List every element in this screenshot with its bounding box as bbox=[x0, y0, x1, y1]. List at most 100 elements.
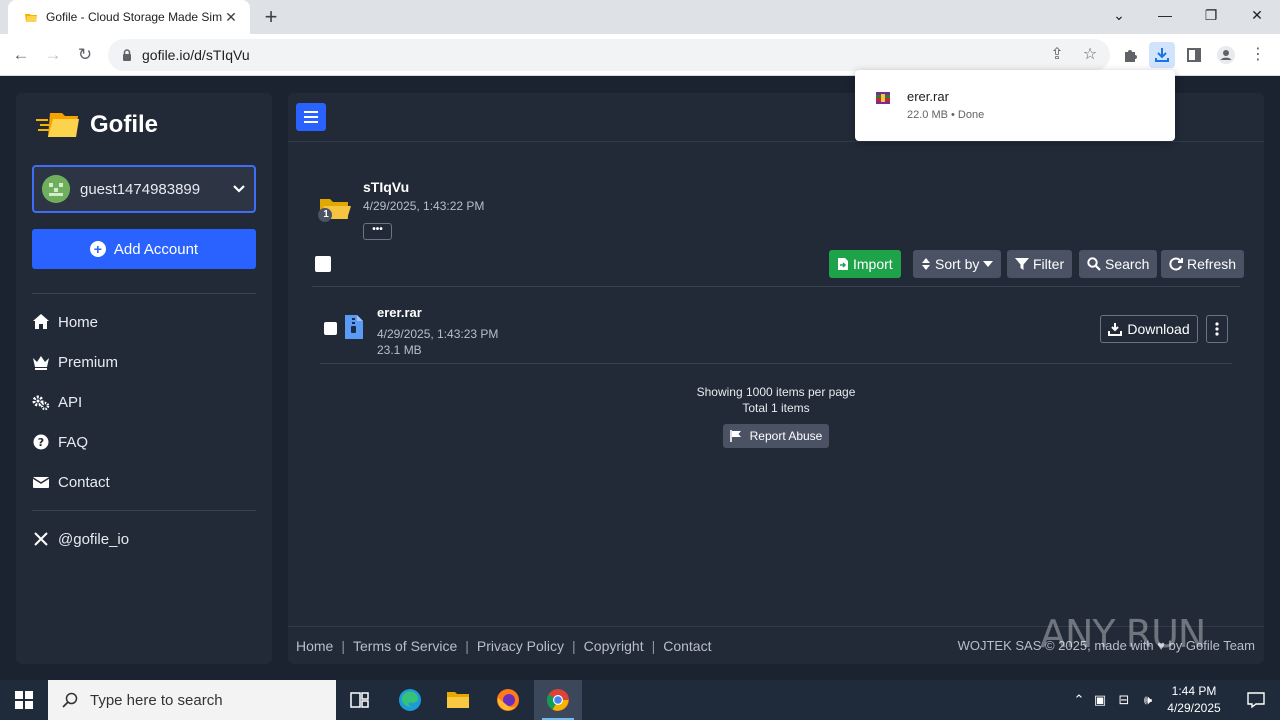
taskbar-search-placeholder: Type here to search bbox=[90, 691, 223, 709]
clock-time: 1:44 PM bbox=[1171, 684, 1217, 698]
sidebar-divider bbox=[32, 510, 256, 511]
add-account-button[interactable]: + Add Account bbox=[32, 229, 256, 269]
anyrun-watermark: ANY RUN bbox=[1040, 612, 1206, 656]
firefox-icon[interactable] bbox=[484, 680, 532, 720]
flag-icon bbox=[729, 430, 741, 442]
brand-name: Gofile bbox=[90, 111, 159, 138]
sidebar-item-premium[interactable]: Premium bbox=[32, 350, 256, 374]
forward-icon[interactable]: → bbox=[40, 42, 66, 68]
footer-link-terms[interactable]: Terms of Service bbox=[353, 638, 457, 654]
sidebar-item-contact[interactable]: Contact bbox=[32, 470, 256, 494]
footer-link-contact[interactable]: Contact bbox=[663, 638, 711, 654]
side-panel-icon[interactable] bbox=[1181, 42, 1207, 68]
system-tray: ⌃ ▣ ⊟ 🕪 bbox=[1070, 680, 1160, 720]
taskbar-search-box[interactable]: Type here to search bbox=[48, 680, 336, 720]
search-label: Search bbox=[1105, 256, 1150, 272]
tab-search-icon[interactable]: ⌄ bbox=[1096, 0, 1142, 30]
task-view-icon[interactable] bbox=[336, 680, 384, 720]
windows-start-icon[interactable] bbox=[0, 680, 48, 720]
footer-link-privacy[interactable]: Privacy Policy bbox=[477, 638, 564, 654]
refresh-button[interactable]: Refresh bbox=[1161, 250, 1245, 278]
file-checkbox[interactable] bbox=[324, 322, 337, 335]
chevron-down-icon bbox=[233, 185, 245, 193]
add-account-label: Add Account bbox=[113, 240, 199, 258]
window-close-icon[interactable]: ✕ bbox=[1234, 0, 1280, 30]
gofile-logo[interactable]: Gofile bbox=[36, 109, 158, 141]
browser-tab[interactable]: Gofile - Cloud Storage Made Sim ✕ bbox=[8, 0, 250, 34]
extensions-icon[interactable] bbox=[1117, 42, 1143, 68]
main-panel: 1 sTIqVu 4/29/2025, 1:43:22 PM ••• Impor… bbox=[288, 93, 1264, 664]
cogs-icon bbox=[32, 393, 50, 411]
refresh-label: Refresh bbox=[1187, 256, 1237, 272]
filter-button[interactable]: Filter bbox=[1007, 250, 1073, 278]
folder-count-badge: 1 bbox=[323, 209, 329, 220]
file-options-button[interactable] bbox=[1206, 315, 1228, 343]
file-name[interactable]: erer.rar bbox=[377, 305, 422, 320]
chrome-menu-icon[interactable]: ⋮ bbox=[1245, 42, 1271, 68]
tab-close-icon[interactable]: ✕ bbox=[222, 9, 240, 26]
sidebar-item-x-social[interactable]: @gofile_io bbox=[32, 527, 256, 551]
windows-taskbar: Type here to search ⌃ ▣ ⊟ 🕪 1:44 PM 4/29… bbox=[0, 680, 1280, 720]
url-text: gofile.io/d/sTIqVu bbox=[142, 47, 250, 63]
plus-circle-icon: + bbox=[89, 241, 106, 257]
chrome-icon[interactable] bbox=[534, 680, 582, 720]
new-tab-icon[interactable]: + bbox=[260, 5, 282, 29]
taskbar-clock[interactable]: 1:44 PM 4/29/2025 bbox=[1160, 683, 1228, 717]
sidebar-item-label: API bbox=[58, 393, 83, 411]
download-label: Download bbox=[1127, 321, 1190, 337]
sort-icon bbox=[921, 257, 931, 271]
refresh-icon bbox=[1169, 257, 1183, 271]
device-icon[interactable]: ▣ bbox=[1088, 692, 1112, 708]
folder-date: 4/29/2025, 1:43:22 PM bbox=[363, 199, 485, 213]
sidebar-item-label: Contact bbox=[58, 473, 110, 491]
menu-toggle-button[interactable] bbox=[296, 103, 326, 131]
import-label: Import bbox=[853, 256, 893, 272]
download-file-name[interactable]: erer.rar bbox=[907, 89, 949, 104]
bookmark-star-icon[interactable]: ☆ bbox=[1077, 42, 1103, 68]
file-explorer-icon[interactable] bbox=[434, 680, 482, 720]
crown-icon bbox=[32, 353, 50, 371]
tab-title: Gofile - Cloud Storage Made Sim bbox=[46, 10, 222, 24]
network-icon[interactable]: ⊟ bbox=[1112, 692, 1136, 708]
sort-by-label: Sort by bbox=[935, 256, 980, 272]
report-abuse-label: Report Abuse bbox=[749, 429, 823, 443]
x-logo-icon bbox=[32, 530, 50, 548]
restore-icon[interactable]: ❐ bbox=[1188, 0, 1234, 30]
search-button[interactable]: Search bbox=[1079, 250, 1158, 278]
notifications-icon[interactable] bbox=[1232, 680, 1280, 720]
share-icon[interactable]: ⇪ bbox=[1044, 42, 1070, 68]
account-selector[interactable]: guest1474983899 bbox=[32, 165, 256, 213]
edge-browser-icon[interactable] bbox=[386, 680, 434, 720]
select-all-checkbox[interactable] bbox=[315, 256, 331, 272]
folder-more-button[interactable]: ••• bbox=[363, 223, 392, 240]
avatar bbox=[42, 175, 70, 203]
sidebar-item-home[interactable]: Home bbox=[32, 310, 256, 334]
gofile-favicon bbox=[24, 10, 38, 24]
address-bar[interactable]: gofile.io/d/sTIqVu bbox=[108, 39, 1110, 71]
download-button[interactable]: Download bbox=[1100, 315, 1198, 343]
header-divider bbox=[288, 141, 1264, 142]
volume-icon[interactable]: 🕪 bbox=[1136, 692, 1160, 708]
svg-text:?: ? bbox=[38, 436, 44, 449]
browser-tab-bar: Gofile - Cloud Storage Made Sim ✕ + ⌄ — … bbox=[0, 0, 1280, 34]
downloads-icon[interactable] bbox=[1149, 42, 1175, 68]
sidebar-item-api[interactable]: API bbox=[32, 390, 256, 414]
footer-link-copyright[interactable]: Copyright bbox=[584, 638, 644, 654]
profile-icon[interactable] bbox=[1213, 42, 1239, 68]
reload-icon[interactable]: ↻ bbox=[72, 42, 98, 68]
minimize-icon[interactable]: — bbox=[1142, 0, 1188, 30]
file-size: 23.1 MB bbox=[377, 343, 422, 357]
report-abuse-button[interactable]: Report Abuse bbox=[723, 424, 829, 448]
sort-by-button[interactable]: Sort by bbox=[913, 250, 1002, 278]
download-status: 22.0 MB • Done bbox=[907, 109, 985, 121]
file-row-divider bbox=[320, 363, 1232, 364]
import-button[interactable]: Import bbox=[829, 250, 901, 278]
search-icon bbox=[62, 692, 78, 708]
tray-overflow-icon[interactable]: ⌃ bbox=[1070, 692, 1088, 708]
footer-link-home[interactable]: Home bbox=[296, 638, 333, 654]
sidebar-item-faq[interactable]: ? FAQ bbox=[32, 430, 256, 454]
download-bubble: erer.rar 22.0 MB • Done bbox=[855, 70, 1175, 141]
back-icon[interactable]: ← bbox=[8, 42, 34, 68]
envelope-icon bbox=[32, 473, 50, 491]
sidebar-item-label: Premium bbox=[58, 353, 119, 371]
